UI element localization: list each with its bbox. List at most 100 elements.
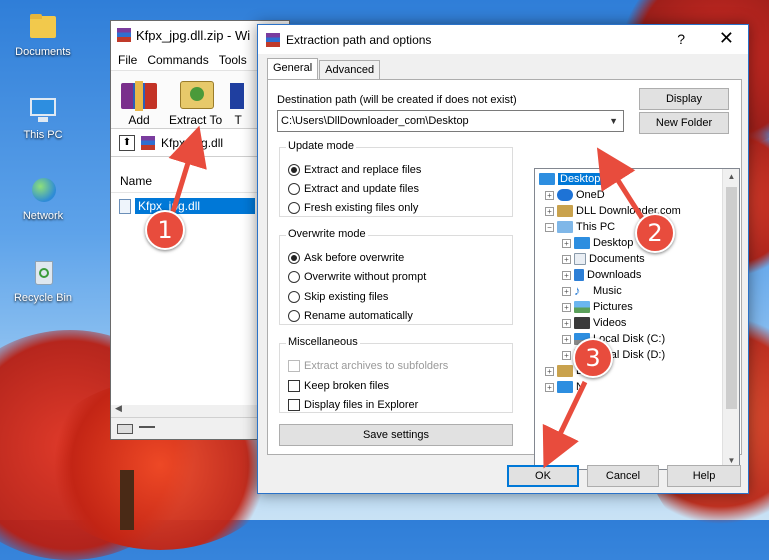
dialog-title: Extraction path and options [286, 32, 432, 47]
radio-button[interactable] [288, 271, 300, 283]
expand-icon[interactable]: + [562, 286, 571, 296]
new-folder-button[interactable]: New Folder [639, 112, 729, 134]
network-globe-icon [26, 176, 60, 206]
step-marker-2: 2 [635, 213, 675, 253]
up-folder-icon[interactable]: ⬆ [119, 134, 135, 151]
expand-icon[interactable]: + [562, 254, 571, 264]
add-label: Add [128, 113, 150, 127]
expand-icon[interactable]: + [545, 190, 554, 200]
checkbox-label: Extract archives to subfolders [304, 360, 449, 372]
tree-node-videos[interactable]: + Videos [562, 315, 626, 331]
tree-node-desktop-root[interactable]: Desktop [539, 171, 603, 187]
expand-icon[interactable]: + [562, 318, 571, 328]
radio-button[interactable] [288, 164, 300, 176]
add-button[interactable]: Add [117, 75, 161, 127]
chevron-down-icon[interactable]: ▼ [609, 111, 618, 131]
tab-general[interactable]: General [267, 58, 319, 79]
key-icon [139, 425, 155, 432]
tab-strip: General Advanced [267, 58, 381, 79]
overwrite-mode-group: Overwrite mode Ask before overwrite Over… [279, 228, 513, 325]
expand-icon[interactable]: + [562, 238, 571, 248]
desktop-icon [574, 237, 590, 249]
radio-extract-update[interactable]: Extract and update files [288, 181, 419, 197]
tree-node-downloads[interactable]: + Downloads [562, 267, 641, 283]
book-icon [230, 75, 246, 111]
network-icon [557, 381, 573, 393]
folder-tree[interactable]: Desktop + OneD + DLL Downloader.com − Th… [534, 168, 740, 470]
expand-icon[interactable]: + [545, 366, 554, 376]
check-keep-broken[interactable]: Keep broken files [288, 378, 389, 394]
expand-icon[interactable]: + [545, 206, 554, 216]
tab-advanced[interactable]: Advanced [319, 60, 381, 79]
file-name: Kfpx_jpg.dll [135, 198, 255, 214]
expand-icon[interactable]: + [562, 350, 571, 360]
check-display-explorer[interactable]: Display files in Explorer [288, 397, 418, 413]
tree-scrollbar[interactable]: ▲ ▼ [722, 169, 739, 469]
radio-button[interactable] [288, 291, 300, 303]
tree-node-this-pc[interactable]: − This PC [545, 219, 615, 235]
general-panel: Destination path (will be created if doe… [267, 79, 742, 470]
tree-node-pictures[interactable]: + Pictures [562, 299, 633, 315]
library-icon [557, 365, 573, 377]
extraction-dialog: Extraction path and options ? ✕ General … [257, 24, 749, 494]
overwrite-mode-title: Overwrite mode [286, 228, 368, 240]
radio-rename-automatically[interactable]: Rename automatically [288, 308, 413, 324]
tree-label: Desktop [558, 173, 603, 185]
update-mode-group: Update mode Extract and replace files Ex… [279, 140, 513, 217]
scroll-left-icon[interactable]: ◀ [115, 403, 122, 414]
save-settings-button[interactable]: Save settings [279, 424, 513, 446]
desktop-icon-label: Documents [15, 46, 71, 58]
ok-button[interactable]: OK [507, 465, 579, 487]
cancel-button[interactable]: Cancel [587, 465, 659, 487]
toolbar-t-label: T [234, 113, 242, 127]
tree-node-music[interactable]: + ♪ Music [562, 283, 622, 299]
desktop-icon-documents[interactable]: Documents [8, 12, 78, 58]
expand-icon[interactable]: + [545, 382, 554, 392]
tree-node-desktop[interactable]: + Desktop [562, 235, 633, 251]
radio-label: Fresh existing files only [304, 202, 419, 214]
miscellaneous-title: Miscellaneous [286, 336, 360, 348]
tree-node-network[interactable]: + N [545, 379, 584, 395]
checkbox-label: Display files in Explorer [304, 399, 419, 411]
radio-label: Ask before overwrite [304, 252, 405, 264]
radio-overwrite-without-prompt[interactable]: Overwrite without prompt [288, 269, 426, 285]
radio-fresh-existing[interactable]: Fresh existing files only [288, 200, 418, 216]
menu-file[interactable]: File [118, 53, 137, 67]
toolbar-button-t[interactable]: T [230, 75, 246, 127]
scroll-thumb[interactable] [726, 187, 737, 409]
checkbox[interactable] [288, 399, 300, 411]
cloud-icon [557, 189, 573, 201]
menu-commands[interactable]: Commands [147, 53, 208, 67]
drive-icon [117, 423, 133, 434]
extract-to-button[interactable]: Extract To [169, 75, 222, 127]
desktop-icon-this-pc[interactable]: This PC [8, 95, 78, 141]
help-icon[interactable]: ? [677, 31, 685, 47]
desktop-icon-network[interactable]: Network [8, 176, 78, 222]
tree-node-documents[interactable]: + Documents [562, 251, 645, 267]
desktop-icon-recycle-bin[interactable]: Recycle Bin [8, 258, 78, 304]
expand-icon[interactable]: + [562, 302, 571, 312]
collapse-icon[interactable]: − [545, 222, 554, 232]
help-button[interactable]: Help [667, 465, 741, 487]
dialog-titlebar[interactable]: Extraction path and options ? ✕ [258, 25, 748, 54]
expand-icon[interactable]: + [562, 334, 571, 344]
display-button[interactable]: Display [639, 88, 729, 110]
tree-node-onedrive[interactable]: + OneD [545, 187, 605, 203]
recycle-bin-icon [26, 258, 60, 288]
menu-tools[interactable]: Tools [219, 53, 247, 67]
radio-label: Skip existing files [304, 291, 389, 303]
radio-extract-replace[interactable]: Extract and replace files [288, 162, 421, 178]
radio-button[interactable] [288, 252, 300, 264]
update-mode-title: Update mode [286, 140, 357, 152]
radio-button[interactable] [288, 202, 300, 214]
destination-path-combo[interactable]: C:\Users\DllDownloader_com\Desktop ▼ [277, 110, 624, 132]
close-icon[interactable]: ✕ [719, 28, 734, 49]
expand-icon[interactable]: + [562, 270, 571, 280]
radio-ask-before-overwrite[interactable]: Ask before overwrite [288, 250, 404, 266]
radio-label: Overwrite without prompt [304, 271, 427, 283]
radio-skip-existing[interactable]: Skip existing files [288, 289, 388, 305]
checkbox[interactable] [288, 380, 300, 392]
radio-button[interactable] [288, 310, 300, 322]
scroll-up-icon[interactable]: ▲ [723, 169, 739, 185]
radio-button[interactable] [288, 183, 300, 195]
